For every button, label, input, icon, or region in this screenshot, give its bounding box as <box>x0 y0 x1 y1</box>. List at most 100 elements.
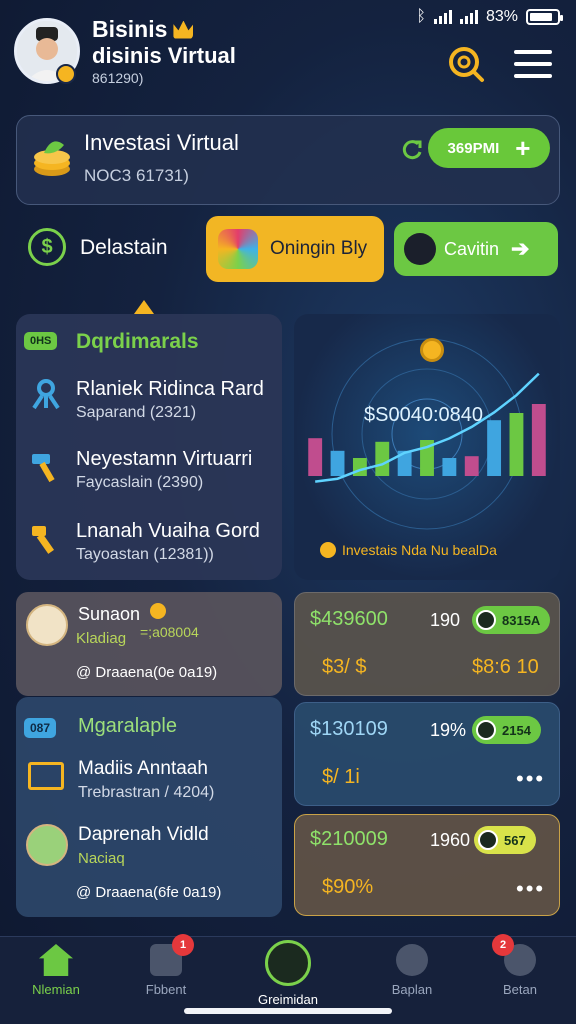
tools-icon <box>32 526 55 554</box>
nav-item-home[interactable]: Nlemian <box>8 944 104 997</box>
chart-bar <box>464 456 479 476</box>
crown-icon <box>173 20 194 39</box>
news-icon: 1 <box>150 934 194 976</box>
investment-add-label: 369PMI <box>447 139 500 157</box>
home-indicator[interactable] <box>184 1008 392 1014</box>
user-role: Naciaq <box>78 850 125 867</box>
chart-bar <box>442 458 457 476</box>
user-name: Sunaon <box>78 604 141 624</box>
money-right: $8:6 10 <box>472 656 539 678</box>
investment-code: NOC3 61731) <box>84 166 189 185</box>
user-avatar <box>26 604 68 646</box>
arrow-right-icon: ➔ <box>511 236 530 261</box>
nav-item-news[interactable]: 1 Fbbent <box>118 934 214 997</box>
pill-dot-icon <box>476 720 496 740</box>
coins-icon <box>30 135 74 179</box>
user-name: Daprenah Vidld <box>78 824 209 845</box>
money-percent: 190 <box>430 610 461 630</box>
money-pill-label: 2154 <box>502 722 531 738</box>
page-title: Bisinis <box>92 16 168 42</box>
refresh-icon[interactable] <box>400 138 424 162</box>
panel-title: Dqrdimarals <box>76 330 199 353</box>
at-icon: @ <box>76 884 96 901</box>
account-id: 861290) <box>92 70 144 86</box>
investment-add-button[interactable]: 369PMI + <box>428 128 550 168</box>
user-footer: @ Draaena(0e 0a19) <box>76 664 217 681</box>
mail-icon <box>28 762 64 790</box>
user-role-value: =;a08004 <box>140 624 199 640</box>
chart-bar <box>509 413 524 476</box>
pill-dot-icon <box>476 610 496 630</box>
battery-percent: 83% <box>485 8 518 25</box>
more-icon[interactable]: ••• <box>516 766 545 792</box>
coin-icon <box>420 338 444 362</box>
notification-badge: 1 <box>172 934 194 956</box>
card-tag: 087 <box>24 718 57 738</box>
user-footer-text: Draaena(6fe 0a19) <box>95 884 222 901</box>
profile-icon: 2 <box>492 934 536 976</box>
plus-icon: + <box>515 133 531 163</box>
user-avatar <box>26 824 68 866</box>
coin-small-icon <box>320 542 336 558</box>
user-footer-text: Draaena(0e 0a19) <box>95 664 218 681</box>
robot-icon <box>404 233 436 265</box>
nav-item-chat[interactable]: Baplan <box>364 944 460 997</box>
chart-bar <box>308 438 323 476</box>
status-bar: ᛒ 83% <box>416 6 563 28</box>
battery-icon <box>526 9 563 25</box>
secondary-action-label: Cavitin <box>444 238 500 259</box>
header-title-row: Bisinis <box>92 16 194 43</box>
center-icon <box>265 940 311 986</box>
list-item[interactable] <box>28 376 64 417</box>
list-item-title: Neyestamn Virtuarri <box>76 448 253 470</box>
menu-icon[interactable] <box>514 48 552 80</box>
list-item-subtitle: Faycaslain (2390) <box>76 474 204 491</box>
chart-bar <box>352 458 367 476</box>
nav-label: Greimidan <box>258 992 318 1007</box>
dollar-icon: $ <box>28 228 66 266</box>
list-item-subtitle: Saparand (2321) <box>76 404 197 421</box>
nav-label: Nlemian <box>32 982 80 997</box>
list-item[interactable] <box>28 450 64 491</box>
money-sub: $90% <box>322 876 374 898</box>
search-icon[interactable] <box>444 42 486 84</box>
chart-bar <box>531 404 546 476</box>
chat-icon <box>396 944 428 976</box>
card-item-subtitle: Trebrastran / 4204) <box>78 784 215 801</box>
primary-action-button[interactable]: Oningin Bly <box>206 216 384 282</box>
money-pill[interactable]: 2154 <box>472 716 541 744</box>
at-icon: @ <box>76 664 96 681</box>
user-footer: @ Draaena(6fe 0a19) <box>76 884 221 901</box>
money-percent: 19% <box>430 720 467 740</box>
notification-badge: 2 <box>492 934 514 956</box>
card-title: Mgaralaple <box>78 715 177 737</box>
money-pill-label: 567 <box>504 832 526 848</box>
nav-label: Betan <box>503 982 537 997</box>
network-icon <box>32 379 60 410</box>
chart-bar <box>487 420 502 476</box>
signal-icon <box>459 10 478 24</box>
money-pill[interactable]: 567 <box>474 826 536 854</box>
secondary-action-button[interactable]: Cavitin ➔ <box>394 222 558 276</box>
list-item[interactable] <box>28 520 64 561</box>
page-subtitle: disinis Virtual <box>92 43 236 68</box>
more-icon[interactable]: ••• <box>516 876 545 902</box>
list-item-title: Lnanah Vuaiha Gord <box>76 520 260 542</box>
chart-bar <box>330 450 345 476</box>
nav-item-center[interactable]: Greimidan <box>240 940 336 1007</box>
card-item-title: Madiis Anntaah <box>78 758 208 779</box>
chart-bar <box>375 441 390 476</box>
app-icon <box>218 229 258 269</box>
investment-title: Investasi Virtual <box>84 130 239 155</box>
user-role: Kladiag <box>76 630 127 647</box>
hammer-icon <box>32 454 55 483</box>
wifi-icon <box>433 10 452 24</box>
money-value: $210009 <box>310 828 388 850</box>
nav-item-profile[interactable]: 2 Betan <box>472 934 568 997</box>
nav-label: Baplan <box>391 982 433 997</box>
money-pill[interactable]: 8315A <box>472 606 551 634</box>
chart-value: $S0040:0840 <box>364 404 484 426</box>
panel-tag: 0HS <box>24 332 58 350</box>
chart-caption: Investais Nda Nu bealDa <box>342 542 497 558</box>
money-value: $439600 <box>310 608 388 630</box>
